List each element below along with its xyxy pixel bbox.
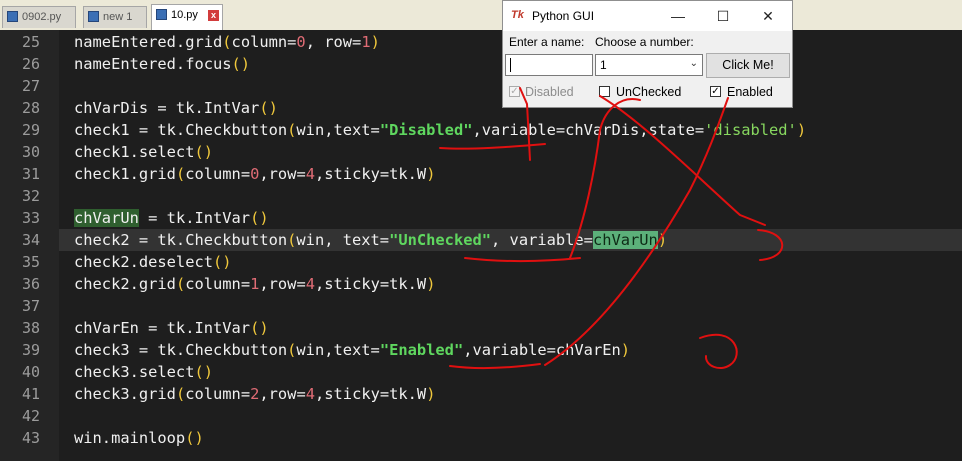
underline-unchecked: [464, 257, 581, 262]
tab-label: 0902.py: [22, 11, 62, 23]
code-line-34: check2 = tk.Checkbutton(win, text="UnChe…: [74, 231, 668, 249]
line-number: 41: [21, 385, 40, 403]
close-button[interactable]: ✕: [748, 6, 788, 26]
disabled-checkbox: ✓: [509, 86, 520, 97]
tk-feather-icon: Tk: [511, 9, 524, 21]
code-line-30: check1.select(): [74, 143, 214, 161]
code-line-36: check2.grid(column=1,row=4,sticky=tk.W): [74, 275, 436, 293]
file-icon: [88, 11, 99, 22]
line-number: 25: [21, 33, 40, 51]
line-number: 39: [21, 341, 40, 359]
minimize-button[interactable]: —: [658, 6, 698, 26]
underline-enabled: [449, 363, 541, 370]
line-number: 29: [21, 121, 40, 139]
code-line-40: check3.select(): [74, 363, 214, 381]
code-line-35: check2.deselect(): [74, 253, 232, 271]
file-icon: [7, 11, 18, 22]
line-number: 40: [21, 363, 40, 381]
file-icon: [156, 9, 167, 20]
line-number: 31: [21, 165, 40, 183]
name-label: Enter a name:: [509, 35, 585, 49]
number-combobox[interactable]: 1 ⌄: [595, 54, 703, 76]
tab-10-py[interactable]: 10.py x: [151, 4, 223, 30]
text-caret: [510, 58, 511, 72]
line-number: 43: [21, 429, 40, 447]
code-line-26: nameEntered.focus(): [74, 55, 251, 73]
code-line-39: check3 = tk.Checkbutton(win,text="Enable…: [74, 341, 631, 359]
tab-0902[interactable]: 0902.py: [2, 6, 76, 28]
line-number: 27: [21, 77, 40, 95]
tab-bar: 0902.py new 1 10.py x: [0, 0, 962, 30]
code-line-41: check3.grid(column=2,row=4,sticky=tk.W): [74, 385, 436, 403]
tab-label: new 1: [103, 11, 133, 23]
disabled-checkbox-label: Disabled: [525, 85, 574, 99]
line-number: 35: [21, 253, 40, 271]
code-line-29: check1 = tk.Checkbutton(win,text="Disabl…: [74, 121, 807, 139]
line-number: 32: [21, 187, 40, 205]
combobox-value: 1: [600, 58, 607, 72]
line-number: 37: [21, 297, 40, 315]
line-number: 33: [21, 209, 40, 227]
maximize-button[interactable]: ☐: [703, 6, 743, 26]
curve-unchecked-to-var: [599, 95, 766, 226]
line-number: 30: [21, 143, 40, 161]
line-number: 28: [21, 99, 40, 117]
unchecked-checkbox[interactable]: [599, 86, 610, 97]
name-entry[interactable]: [505, 54, 593, 76]
code-line-33: chVarUn = tk.IntVar(): [74, 209, 269, 227]
code-line-25: nameEntered.grid(column=0, row=1): [74, 33, 380, 51]
line-number: 38: [21, 319, 40, 337]
python-gui-window: Tk Python GUI — ☐ ✕ Enter a name: Choose…: [502, 0, 793, 108]
window-title: Python GUI: [532, 9, 595, 23]
close-tab-icon[interactable]: x: [208, 10, 219, 21]
tab-label: 10.py: [171, 9, 198, 21]
line-number: 42: [21, 407, 40, 425]
window-title-bar[interactable]: Tk Python GUI — ☐ ✕: [503, 1, 792, 31]
click-me-button[interactable]: Click Me!: [706, 53, 790, 78]
line-number: 26: [21, 55, 40, 73]
circle-chvaren: [699, 333, 738, 369]
enabled-checkbox-label[interactable]: Enabled: [727, 85, 773, 99]
line-number: 36: [21, 275, 40, 293]
line-number: 34: [21, 231, 40, 249]
tab-new-1[interactable]: new 1: [83, 6, 147, 28]
code-line-31: check1.grid(column=0,row=4,sticky=tk.W): [74, 165, 436, 183]
code-line-38: chVarEn = tk.IntVar(): [74, 319, 269, 337]
unchecked-checkbox-label[interactable]: UnChecked: [616, 85, 681, 99]
chevron-down-icon[interactable]: ⌄: [690, 58, 698, 69]
code-line-28: chVarDis = tk.IntVar(): [74, 99, 278, 117]
underline-disabled: [439, 143, 546, 150]
enabled-checkbox[interactable]: ✓: [710, 86, 721, 97]
number-label: Choose a number:: [595, 35, 694, 49]
code-line-43: win.mainloop(): [74, 429, 204, 447]
